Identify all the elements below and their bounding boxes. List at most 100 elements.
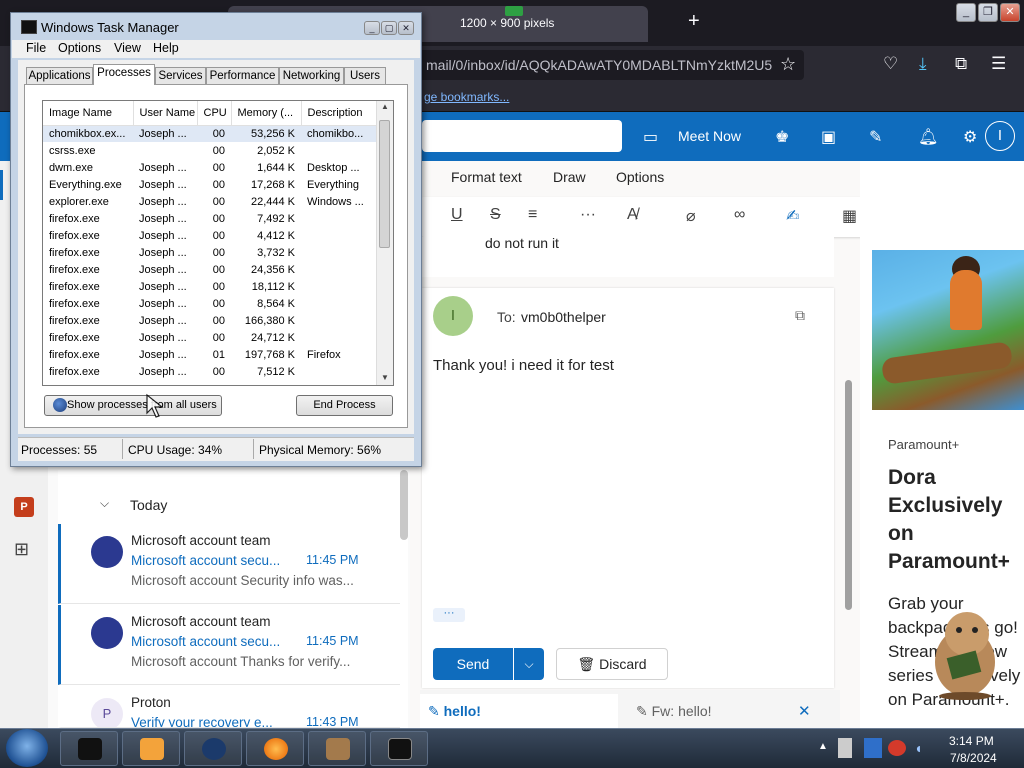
ad-title[interactable]: Dora Exclusively on Paramount+: [888, 464, 1022, 576]
draft-tab-fw-hello[interactable]: ✎ Fw: hello!: [636, 703, 712, 720]
taskbar-media[interactable]: [122, 731, 180, 766]
apps-grid-icon[interactable]: ⊞: [14, 539, 29, 560]
table-row[interactable]: chomikbox.ex... Joseph ... 00 53,256 Kchomi…: [43, 125, 377, 142]
show-trimmed-button[interactable]: ···: [433, 608, 465, 622]
tray-device-icon[interactable]: [838, 738, 852, 758]
tab-services[interactable]: Services: [155, 67, 206, 84]
scrollbar-thumb[interactable]: [379, 120, 390, 248]
powerpoint-icon[interactable]: P: [14, 497, 34, 517]
ad-image[interactable]: [872, 250, 1024, 410]
tab-networking[interactable]: Networking: [279, 67, 344, 84]
clock-time[interactable]: 3:14 PM: [949, 734, 994, 748]
gear-icon[interactable]: ⚙: [963, 127, 977, 147]
tab-draw[interactable]: Draw: [553, 169, 586, 185]
menu-view[interactable]: View: [114, 41, 141, 55]
list-item[interactable]: P Proton Verify your recovery e... 11:43…: [58, 686, 400, 728]
scroll-down-icon[interactable]: ▼: [381, 373, 389, 382]
clock-date[interactable]: 7/8/2024: [950, 751, 997, 765]
column-description[interactable]: Description: [301, 101, 378, 126]
url-bar[interactable]: mail/0/inbox/id/AQQkADAwATY0MDABLTNmYzkt…: [418, 50, 804, 80]
line-spacing-icon[interactable]: ≡: [528, 206, 537, 224]
message-body[interactable]: Thank you! i need it for test: [433, 357, 614, 374]
taskbar-firefox[interactable]: [246, 731, 304, 766]
maximize-button[interactable]: ▢: [381, 21, 397, 35]
taskbar-task-manager[interactable]: [60, 731, 118, 766]
compose-scrollbar[interactable]: [845, 380, 852, 610]
tab-options[interactable]: Options: [616, 169, 664, 185]
speaker-icon[interactable]: ◖: [914, 740, 922, 756]
tasks-icon[interactable]: ✎: [869, 127, 882, 147]
underline-icon[interactable]: U: [451, 206, 463, 224]
show-all-processes-button[interactable]: Show processes from all users: [44, 395, 222, 416]
account-avatar[interactable]: I: [985, 121, 1015, 151]
message-list-scrollbar[interactable]: [400, 470, 408, 540]
minimize-button[interactable]: _: [956, 3, 976, 22]
menu-help[interactable]: Help: [153, 41, 179, 55]
link-icon[interactable]: ∞: [734, 206, 745, 224]
minimize-button[interactable]: _: [364, 21, 380, 35]
menu-icon[interactable]: ☰: [991, 54, 1006, 74]
group-header-today[interactable]: Today: [130, 497, 167, 513]
tray-arrow-icon[interactable]: ▲: [818, 741, 828, 752]
teams-icon[interactable]: ♚: [775, 127, 789, 147]
more-format-icon[interactable]: ···: [580, 206, 596, 224]
table-row[interactable]: csrss.exe 00 2,052 K: [43, 142, 377, 159]
tab-users[interactable]: Users: [344, 67, 386, 84]
tab-processes[interactable]: Processes: [93, 64, 155, 85]
search-input[interactable]: [422, 120, 622, 152]
pocket-icon[interactable]: ♡: [883, 54, 898, 74]
table-row[interactable]: explorer.exe Joseph ... 00 22,444 K Windows …: [43, 193, 377, 210]
table-row[interactable]: firefox.exe Joseph ... 01 197,768 K Firefox: [43, 346, 377, 363]
strikethrough-icon[interactable]: S: [490, 206, 501, 224]
popout-icon[interactable]: ⧉: [795, 307, 805, 324]
menu-options[interactable]: Options: [58, 41, 101, 55]
to-field[interactable]: vm0b0thelper: [521, 309, 606, 325]
tab-performance[interactable]: Performance: [206, 67, 279, 84]
list-item[interactable]: Microsoft account team Microsoft account…: [58, 524, 400, 604]
column-cpu[interactable]: CPU: [197, 101, 232, 126]
column-user-name[interactable]: User Name: [133, 101, 198, 126]
table-row[interactable]: firefox.exe Joseph ... 00 7,512 K: [43, 363, 377, 380]
styles-icon[interactable]: A̸: [627, 206, 638, 224]
table-row[interactable]: dwm.exe Joseph ... 00 1,644 K Desktop ...: [43, 159, 377, 176]
word-icon[interactable]: ▣: [821, 127, 836, 147]
close-window-button[interactable]: ✕: [1000, 3, 1020, 22]
table-row[interactable]: firefox.exe Joseph ... 00 7,492 K: [43, 210, 377, 227]
discard-button[interactable]: 🗑︎ Discard: [556, 648, 668, 680]
table-row[interactable]: firefox.exe Joseph ... 00 24,712 K: [43, 329, 377, 346]
meet-now-button[interactable]: Meet Now: [678, 128, 741, 144]
send-options-chevron[interactable]: ⌵: [514, 648, 544, 680]
scroll-up-icon[interactable]: ▲: [381, 102, 389, 111]
taskbar-globe[interactable]: [184, 731, 242, 766]
new-tab-button[interactable]: +: [688, 10, 700, 33]
tray-network-icon[interactable]: [864, 738, 882, 758]
table-row[interactable]: firefox.exe Joseph ... 00 166,380 K: [43, 312, 377, 329]
tab-applications[interactable]: Applications: [26, 67, 93, 84]
table-row[interactable]: firefox.exe Joseph ... 00 3,732 K: [43, 244, 377, 261]
list-item[interactable]: Microsoft account team Microsoft account…: [58, 605, 400, 685]
table-row[interactable]: firefox.exe Joseph ... 00 24,356 K: [43, 261, 377, 278]
taskbar-monitor[interactable]: [370, 731, 428, 766]
extensions-icon[interactable]: ⧉: [955, 54, 967, 74]
chevron-down-icon[interactable]: ⌵: [100, 496, 109, 511]
bell-icon[interactable]: 🔔︎: [918, 127, 938, 147]
tray-app-icon[interactable]: [888, 740, 906, 756]
table-row[interactable]: firefox.exe Joseph ... 00 18,112 K: [43, 278, 377, 295]
close-button[interactable]: ✕: [398, 21, 414, 35]
bookmark-star-icon[interactable]: ☆: [780, 54, 796, 75]
end-process-button[interactable]: End Process: [296, 395, 393, 416]
table-row[interactable]: firefox.exe Joseph ... 00 8,564 K: [43, 295, 377, 312]
tab-format-text[interactable]: Format text: [451, 169, 522, 185]
start-button[interactable]: [6, 729, 48, 767]
close-icon[interactable]: ✕: [798, 702, 811, 720]
menu-file[interactable]: File: [26, 41, 46, 55]
taskbar-hamster[interactable]: [308, 731, 366, 766]
manage-bookmarks-link[interactable]: ge bookmarks...: [424, 90, 509, 104]
send-button[interactable]: Send: [433, 648, 513, 680]
table-row[interactable]: firefox.exe Joseph ... 00 4,412 K: [43, 227, 377, 244]
column-image-name[interactable]: Image Name: [43, 101, 134, 126]
downloads-icon[interactable]: ⤓: [919, 54, 927, 74]
table-row[interactable]: Everything.exe Joseph ... 00 17,268 K Everyt…: [43, 176, 377, 193]
column-memory[interactable]: Memory (...: [231, 101, 302, 126]
restore-button[interactable]: ❐: [978, 3, 998, 22]
